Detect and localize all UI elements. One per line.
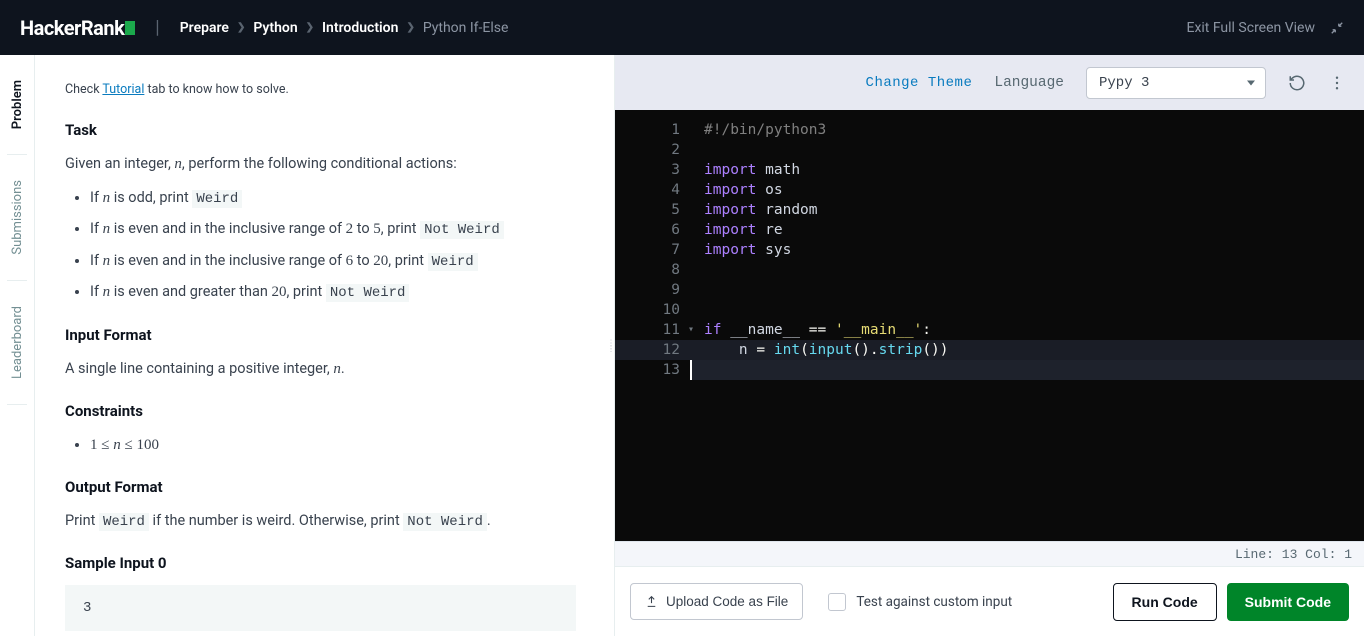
editor-panel: Change Theme Language Pypy 3 1#!/bin/pyt… xyxy=(614,55,1364,636)
code-line[interactable]: 11▾if __name__ == '__main__': xyxy=(615,320,1364,340)
output-format-desc: Print Weird if the number is weird. Othe… xyxy=(65,509,576,533)
task-intro: Given an integer, n, perform the followi… xyxy=(65,152,576,176)
code-line[interactable]: 4import os xyxy=(615,180,1364,200)
constraints-heading: Constraints xyxy=(65,399,576,423)
sample-input-heading: Sample Input 0 xyxy=(65,551,576,575)
list-item: If n is even and in the inclusive range … xyxy=(90,249,576,273)
editor-status-bar: Line: 13 Col: 1 xyxy=(615,541,1364,566)
fold-marker-icon[interactable]: ▾ xyxy=(688,320,694,340)
list-item: If n is even and in the inclusive range … xyxy=(90,217,576,241)
output-format-heading: Output Format xyxy=(65,475,576,499)
submit-code-button[interactable]: Submit Code xyxy=(1227,583,1349,621)
constraints-list: 1 ≤ n ≤ 100 xyxy=(65,433,576,457)
code-line[interactable]: 1#!/bin/python3 xyxy=(615,120,1364,140)
divider: | xyxy=(155,17,159,38)
code-line[interactable]: 9 xyxy=(615,280,1364,300)
breadcrumb: Prepare ❯ Python ❯ Introduction ❯ Python… xyxy=(180,20,509,36)
run-code-button[interactable]: Run Code xyxy=(1113,583,1217,621)
input-format-heading: Input Format xyxy=(65,323,576,347)
test-custom-input-checkbox[interactable]: Test against custom input xyxy=(828,593,1012,611)
editor-toolbar: Change Theme Language Pypy 3 xyxy=(615,55,1364,110)
language-label: Language xyxy=(994,75,1064,91)
breadcrumb-prepare[interactable]: Prepare xyxy=(180,20,229,36)
rules-list: If n is odd, print Weird If n is even an… xyxy=(65,186,576,305)
code-line[interactable]: 2 xyxy=(615,140,1364,160)
list-item: If n is odd, print Weird xyxy=(90,186,576,210)
upload-icon xyxy=(645,595,658,608)
main-content: Problem Submissions Leaderboard Check Tu… xyxy=(0,55,1364,636)
cursor-position: Line: 13 Col: 1 xyxy=(1235,547,1352,562)
list-item: If n is even and greater than 20, print … xyxy=(90,280,576,304)
tab-leaderboard[interactable]: Leaderboard xyxy=(10,281,25,404)
input-format-desc: A single line containing a positive inte… xyxy=(65,357,576,381)
tutorial-hint: Check Tutorial tab to know how to solve. xyxy=(65,80,576,100)
chevron-right-icon: ❯ xyxy=(237,22,245,33)
tab-submissions[interactable]: Submissions xyxy=(10,155,25,280)
logo[interactable]: HackerRank xyxy=(20,16,135,40)
code-line[interactable]: 12 n = int(input().strip()) xyxy=(615,340,1364,360)
kebab-menu-icon[interactable] xyxy=(1328,74,1346,92)
list-item: 1 ≤ n ≤ 100 xyxy=(90,433,576,457)
logo-mark xyxy=(125,21,135,35)
code-line[interactable]: 5import random xyxy=(615,200,1364,220)
code-line[interactable]: 10 xyxy=(615,300,1364,320)
collapse-icon[interactable] xyxy=(1330,21,1344,35)
code-line[interactable]: 3import math xyxy=(615,160,1364,180)
checkbox-icon xyxy=(828,593,846,611)
top-header: HackerRank | Prepare ❯ Python ❯ Introduc… xyxy=(0,0,1364,55)
breadcrumb-introduction[interactable]: Introduction xyxy=(322,20,398,36)
tab-problem[interactable]: Problem xyxy=(10,55,25,154)
action-bar-right: Run Code Submit Code xyxy=(1113,583,1349,621)
upload-code-button[interactable]: Upload Code as File xyxy=(630,583,803,620)
code-line[interactable]: 8 xyxy=(615,260,1364,280)
exit-fullscreen-link[interactable]: Exit Full Screen View xyxy=(1186,20,1315,36)
tutorial-link[interactable]: Tutorial xyxy=(102,82,144,97)
code-line[interactable]: 6import re xyxy=(615,220,1364,240)
action-bar: Upload Code as File Test against custom … xyxy=(615,566,1364,636)
side-tabs: Problem Submissions Leaderboard xyxy=(0,55,35,636)
action-bar-left: Upload Code as File Test against custom … xyxy=(630,583,1012,620)
sample-input-block: 3 xyxy=(65,585,576,631)
language-dropdown[interactable]: Pypy 3 xyxy=(1086,67,1266,99)
header-left: HackerRank | Prepare ❯ Python ❯ Introduc… xyxy=(20,16,508,40)
header-right: Exit Full Screen View xyxy=(1186,20,1344,36)
problem-panel[interactable]: Check Tutorial tab to know how to solve.… xyxy=(35,55,606,636)
breadcrumb-python[interactable]: Python xyxy=(253,20,297,36)
chevron-right-icon: ❯ xyxy=(406,22,414,33)
pane-resize-handle[interactable]: ⋮⋮⋮ xyxy=(606,55,614,636)
breadcrumb-current: Python If-Else xyxy=(423,20,509,36)
task-heading: Task xyxy=(65,118,576,142)
code-editor[interactable]: 1#!/bin/python323import math4import os5i… xyxy=(615,110,1364,541)
code-line[interactable]: 13 xyxy=(615,360,1364,380)
chevron-right-icon: ❯ xyxy=(306,22,314,33)
code-line[interactable]: 7import sys xyxy=(615,240,1364,260)
change-theme-link[interactable]: Change Theme xyxy=(866,75,973,91)
reset-icon[interactable] xyxy=(1288,74,1306,92)
